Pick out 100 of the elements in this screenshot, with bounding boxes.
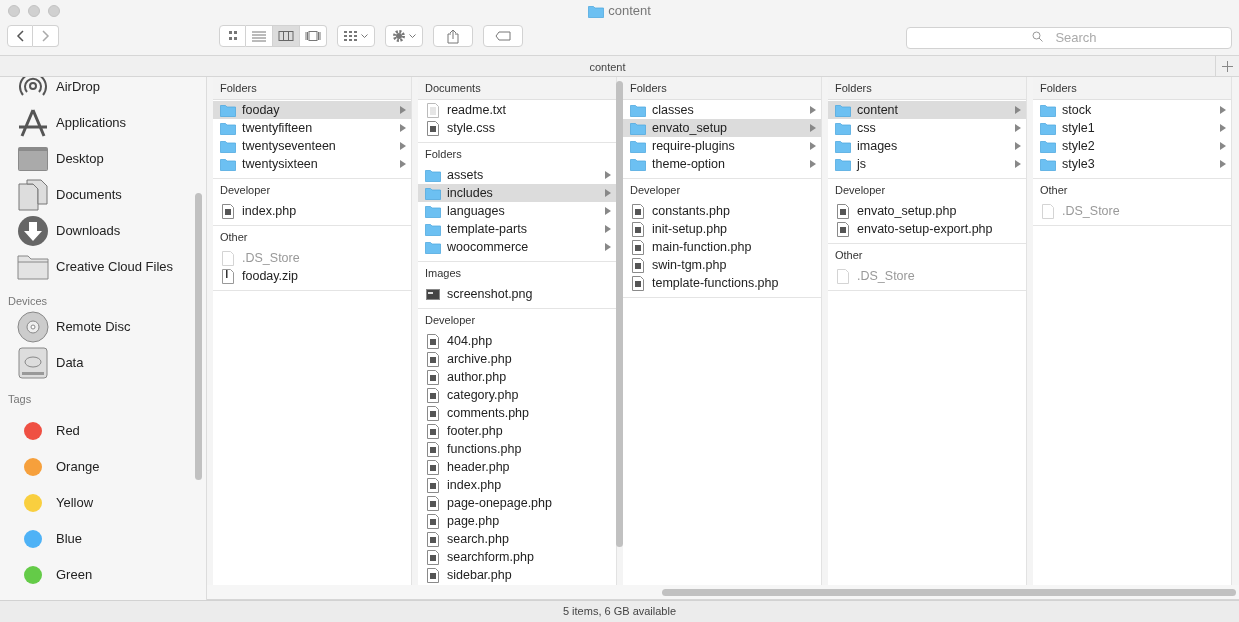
file-row[interactable]: constants.php	[623, 202, 821, 220]
back-button[interactable]	[7, 25, 33, 47]
tag-item[interactable]: Blue	[16, 521, 206, 557]
file-row[interactable]: index.php	[418, 476, 616, 494]
file-row[interactable]: twentyseventeen	[213, 137, 411, 155]
file-row[interactable]: content	[828, 101, 1026, 119]
file-row[interactable]: theme-option	[623, 155, 821, 173]
scrollbar-thumb[interactable]	[195, 193, 202, 480]
window-control-icon[interactable]	[8, 5, 20, 17]
sidebar-item[interactable]: Data	[16, 345, 206, 381]
file-row[interactable]: twentyfifteen	[213, 119, 411, 137]
file-row[interactable]: images	[828, 137, 1026, 155]
file-row[interactable]: category.php	[418, 386, 616, 404]
folder-icon	[1040, 157, 1056, 171]
sidebar-item[interactable]: Applications	[16, 105, 206, 141]
file-row[interactable]: stock	[1033, 101, 1231, 119]
file-row[interactable]: twentysixteen	[213, 155, 411, 173]
file-row[interactable]: fooday	[213, 101, 411, 119]
file-row[interactable]: woocommerce	[418, 238, 616, 256]
window-control-icon[interactable]	[28, 5, 40, 17]
file-row[interactable]: swin-tgm.php	[623, 256, 821, 274]
file-row[interactable]: sidebar.php	[418, 566, 616, 584]
chevron-right-icon	[605, 171, 611, 179]
file-row[interactable]: page-onepage.php	[418, 494, 616, 512]
file-row[interactable]: style2	[1033, 137, 1231, 155]
file-row[interactable]: functions.php	[418, 440, 616, 458]
file-row[interactable]: init-setup.php	[623, 220, 821, 238]
section-heading: Folders	[213, 77, 411, 100]
file-row[interactable]: main-function.php	[623, 238, 821, 256]
document-icon	[632, 275, 644, 291]
file-row[interactable]: style3	[1033, 155, 1231, 173]
file-row[interactable]: template-parts	[418, 220, 616, 238]
file-row[interactable]: css	[828, 119, 1026, 137]
view-mode-button[interactable]	[300, 25, 327, 47]
arrange-button[interactable]	[337, 25, 375, 47]
file-row[interactable]: comments.php	[418, 404, 616, 422]
file-row[interactable]: 404.php	[418, 332, 616, 350]
view-mode-button[interactable]	[246, 25, 273, 47]
folder-icon	[220, 139, 236, 153]
folder-icon	[425, 186, 441, 200]
document-icon	[427, 441, 439, 457]
file-row[interactable]: style.css	[418, 119, 616, 137]
folder-icon	[425, 222, 441, 236]
tag-item[interactable]: Yellow	[16, 485, 206, 521]
document-icon	[632, 203, 644, 219]
document-icon	[837, 221, 849, 237]
tag-item[interactable]: Red	[16, 413, 206, 449]
chevron-right-icon	[400, 142, 406, 150]
file-row[interactable]: assets	[418, 166, 616, 184]
chevron-right-icon	[810, 160, 816, 168]
file-row[interactable]: fooday.zip	[213, 267, 411, 285]
window-control-icon[interactable]	[48, 5, 60, 17]
tag-icon	[495, 31, 511, 41]
file-row[interactable]: envato-setup-export.php	[828, 220, 1026, 238]
sidebar-item[interactable]: Desktop	[16, 141, 206, 177]
file-row[interactable]: archive.php	[418, 350, 616, 368]
file-row[interactable]: template-functions.php	[623, 274, 821, 292]
scrollbar-thumb[interactable]	[662, 588, 1236, 596]
file-row[interactable]: style1	[1033, 119, 1231, 137]
file-row[interactable]: envato_setup.php	[828, 202, 1026, 220]
share-button[interactable]	[433, 25, 473, 47]
file-row[interactable]: classes	[623, 101, 821, 119]
view-mode-button[interactable]	[219, 25, 246, 47]
file-row[interactable]: author.php	[418, 368, 616, 386]
tag-button[interactable]	[483, 25, 523, 47]
tag-item[interactable]: Orange	[16, 449, 206, 485]
scrollbar-thumb[interactable]	[616, 81, 623, 547]
view-mode-button[interactable]	[273, 25, 300, 47]
document-icon	[837, 203, 849, 219]
file-row[interactable]: envato_setup	[623, 119, 821, 137]
sidebar-item[interactable]: AirDrop	[16, 77, 206, 105]
file-row[interactable]: screenshot.png	[418, 285, 616, 303]
file-row[interactable]: languages	[418, 202, 616, 220]
file-row[interactable]: header.php	[418, 458, 616, 476]
file-row[interactable]: readme.txt	[418, 101, 616, 119]
file-row[interactable]: page.php	[418, 512, 616, 530]
document-icon	[632, 257, 644, 273]
section-heading: Developer	[629, 183, 682, 199]
section-heading: Other	[1039, 183, 1069, 199]
file-row[interactable]: footer.php	[418, 422, 616, 440]
file-row[interactable]: search.php	[418, 530, 616, 548]
folder-icon	[220, 103, 236, 117]
file-row[interactable]: require-plugins	[623, 137, 821, 155]
file-row[interactable]: searchform.php	[418, 548, 616, 566]
desktop-icon	[17, 146, 49, 172]
file-row[interactable]: js	[828, 155, 1026, 173]
document-icon	[427, 531, 439, 547]
sidebar-item[interactable]: Remote Disc	[16, 309, 206, 345]
sidebar-item[interactable]: Downloads	[16, 213, 206, 249]
search-field[interactable]: Search	[906, 26, 1232, 49]
action-button[interactable]	[385, 25, 423, 47]
file-row[interactable]: index.php	[213, 202, 411, 220]
chevron-right-icon	[400, 106, 406, 114]
tag-item[interactable]: Green	[16, 557, 206, 593]
folder-icon	[17, 254, 49, 280]
file-row[interactable]: includes	[418, 184, 616, 202]
sidebar-item[interactable]: Documents	[16, 177, 206, 213]
forward-button[interactable]	[33, 25, 59, 47]
section-heading: Documents	[418, 77, 616, 100]
sidebar-item[interactable]: Creative Cloud Files	[16, 249, 206, 285]
